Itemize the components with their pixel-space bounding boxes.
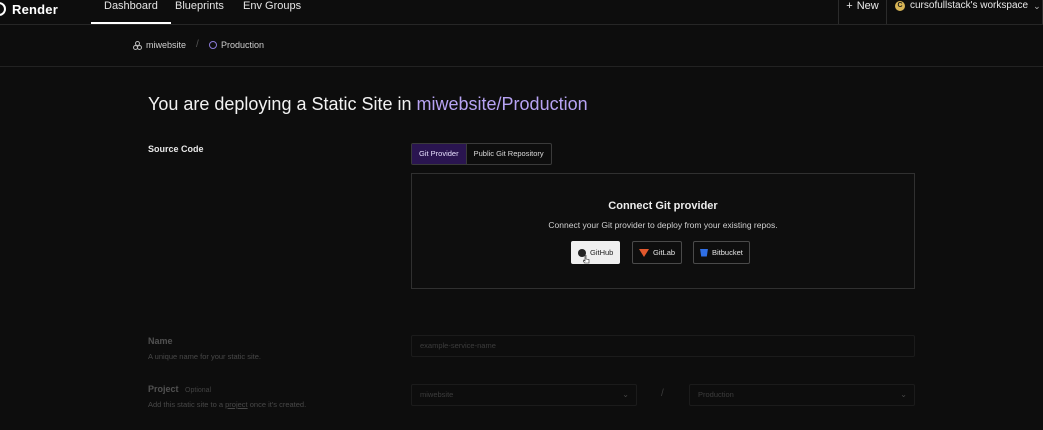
project-label-text: Project bbox=[148, 384, 179, 394]
render-logo[interactable]: Render bbox=[0, 0, 58, 18]
nav-env-groups[interactable]: Env Groups bbox=[243, 0, 301, 24]
project-separator: / bbox=[661, 388, 664, 399]
environment-select-value: Production bbox=[698, 390, 734, 399]
panel-subtitle: Connect your Git provider to deploy from… bbox=[548, 220, 778, 230]
project-help-link[interactable]: project bbox=[225, 400, 248, 409]
chevron-down-icon: ⌄ bbox=[900, 390, 907, 399]
github-label: GitHub bbox=[590, 248, 614, 257]
render-logo-icon bbox=[0, 2, 6, 16]
source-code-label: Source Code bbox=[148, 144, 204, 154]
project-select-value: miwebsite bbox=[420, 390, 454, 399]
top-navigation: Render Dashboard Blueprints Env Groups +… bbox=[0, 0, 1043, 25]
page-title-prefix: You are deploying a Static Site in bbox=[148, 94, 417, 114]
breadcrumb-project-label: miwebsite bbox=[146, 40, 187, 50]
connect-git-provider-panel: Connect Git provider Connect your Git pr… bbox=[411, 173, 915, 289]
nav-dashboard[interactable]: Dashboard bbox=[91, 0, 171, 24]
bitbucket-button[interactable]: Bitbucket bbox=[693, 241, 750, 264]
project-select[interactable]: miwebsite ⌄ bbox=[411, 384, 637, 406]
tab-public-git-repository[interactable]: Public Git Repository bbox=[467, 144, 551, 164]
bitbucket-icon bbox=[700, 248, 708, 257]
source-tabs: Git Provider Public Git Repository bbox=[411, 143, 552, 165]
page-title: You are deploying a Static Site in miweb… bbox=[148, 94, 588, 115]
name-input[interactable]: example-service-name bbox=[411, 335, 915, 357]
github-button[interactable]: GitHub bbox=[571, 241, 621, 264]
breadcrumb-environment[interactable]: Production bbox=[209, 40, 264, 50]
top-right-actions: + New C cursofullstack's workspace ⌄ bbox=[838, 0, 1043, 24]
workspace-name: cursofullstack's workspace bbox=[910, 0, 1029, 11]
project-help-suffix: once it's created. bbox=[247, 400, 307, 409]
environment-icon bbox=[209, 41, 217, 49]
chevron-down-icon: ⌄ bbox=[622, 390, 629, 399]
name-field-label: Name bbox=[148, 336, 173, 346]
app-name: Render bbox=[12, 1, 58, 17]
name-field-help: A unique name for your static site. bbox=[148, 352, 261, 361]
breadcrumb-project[interactable]: miwebsite bbox=[133, 40, 186, 50]
environment-select[interactable]: Production ⌄ bbox=[689, 384, 915, 406]
project-field-label: Project Optional bbox=[148, 384, 211, 394]
plus-icon: + bbox=[846, 0, 853, 12]
optional-tag: Optional bbox=[185, 387, 212, 394]
gitlab-label: GitLab bbox=[653, 248, 676, 257]
gitlab-icon bbox=[639, 248, 649, 257]
new-button-label: New bbox=[856, 0, 879, 12]
project-help-prefix: Add this static site to a bbox=[148, 400, 226, 409]
panel-title: Connect Git provider bbox=[608, 200, 718, 212]
hand-cursor-icon bbox=[583, 255, 590, 264]
project-icon bbox=[133, 40, 142, 50]
breadcrumb-environment-label: Production bbox=[221, 40, 265, 50]
chevron-down-icon: ⌄ bbox=[1033, 1, 1041, 11]
project-field-help: Add this static site to a project once i… bbox=[148, 400, 306, 409]
new-button[interactable]: + New bbox=[838, 0, 887, 24]
page-title-target: miwebsite/Production bbox=[416, 94, 588, 114]
tab-git-provider[interactable]: Git Provider bbox=[412, 144, 467, 164]
nav-blueprints[interactable]: Blueprints bbox=[175, 0, 224, 24]
workspace-avatar: C bbox=[895, 1, 905, 11]
gitlab-button[interactable]: GitLab bbox=[632, 241, 683, 264]
bitbucket-label: Bitbucket bbox=[712, 248, 743, 257]
workspace-switcher[interactable]: C cursofullstack's workspace ⌄ bbox=[887, 0, 1043, 24]
breadcrumb-bar: miwebsite / Production bbox=[0, 25, 1043, 67]
breadcrumb-separator: / bbox=[196, 39, 199, 50]
